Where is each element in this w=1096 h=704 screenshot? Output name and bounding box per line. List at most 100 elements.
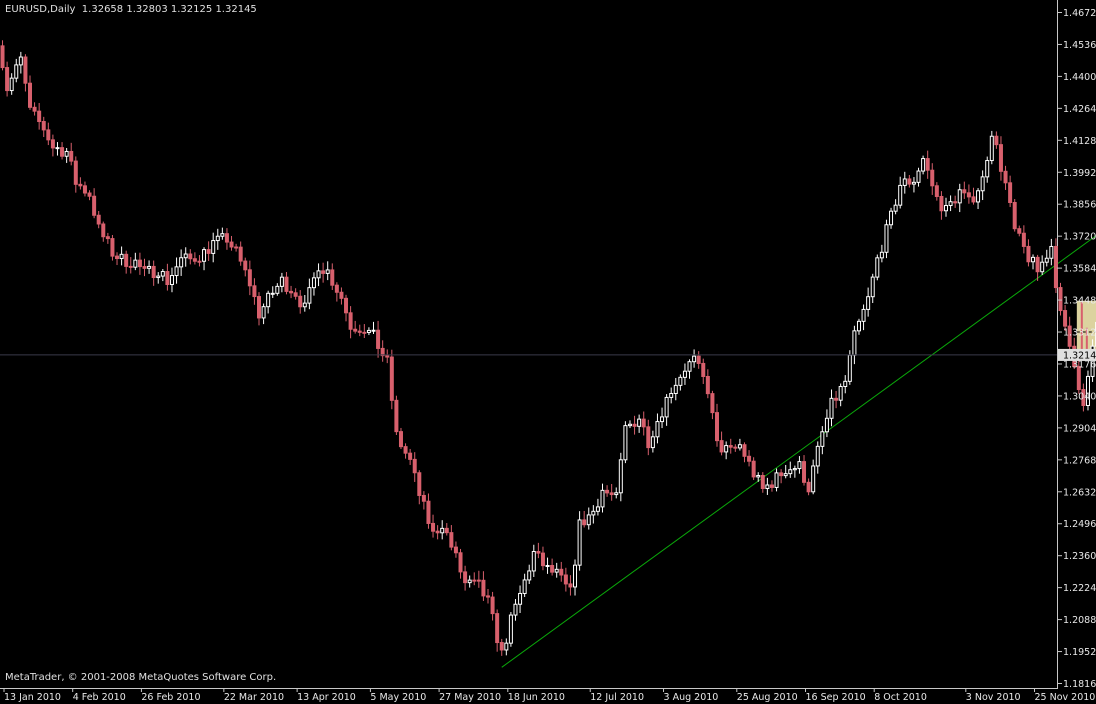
candle-body	[1040, 261, 1045, 273]
candle-body	[692, 355, 697, 363]
candle-body	[92, 195, 97, 216]
candle-body	[453, 546, 458, 554]
candle-body	[1063, 310, 1068, 327]
candle-body	[792, 468, 797, 471]
price-chart[interactable]: 1.46720 1.45360 1.44000 1.42640 1.41280 1.399…	[0, 0, 1096, 704]
candle-body	[174, 266, 179, 277]
candle-body	[105, 236, 110, 240]
candle-body	[829, 397, 834, 419]
time-tick-label: 18 Jun 2010	[508, 692, 565, 703]
candle-body	[133, 259, 138, 268]
candle-body	[980, 176, 985, 192]
candle-body	[911, 181, 916, 185]
candle-body	[953, 201, 958, 204]
candle-body	[463, 571, 468, 584]
time-tick-label: 13 Apr 2010	[297, 692, 356, 703]
chart-background	[0, 0, 1096, 704]
candle-body	[618, 459, 623, 494]
candle-body	[137, 259, 142, 268]
candle-body	[18, 56, 23, 66]
candle-body	[229, 241, 234, 248]
candle-body	[156, 275, 161, 279]
candle-body	[147, 265, 152, 269]
candle-body	[930, 169, 935, 187]
time-tick-label: 12 Jul 2010	[590, 692, 644, 703]
candle-body	[724, 445, 729, 453]
time-tick-label: 8 Oct 2010	[874, 692, 927, 703]
time-tick-label: 3 Aug 2010	[664, 692, 719, 703]
candle-body	[522, 579, 527, 594]
price-tick-label: 1.24960	[1063, 519, 1096, 530]
candle-body	[728, 445, 733, 448]
candle-body	[50, 139, 55, 149]
candle-body	[925, 158, 930, 171]
candle-body	[440, 527, 445, 534]
candle-body	[32, 106, 37, 112]
candle-body	[119, 253, 124, 260]
candle-body	[206, 249, 211, 254]
candle-body	[907, 178, 912, 185]
price-tick-label: 1.46720	[1063, 8, 1096, 19]
candle-body	[998, 144, 1003, 172]
candle-body	[1017, 228, 1022, 234]
candle-body	[385, 355, 390, 358]
candle-body	[957, 189, 962, 204]
candle-body	[797, 461, 802, 470]
candle-body	[55, 147, 60, 150]
candle-body	[673, 384, 678, 394]
price-tick-label: 1.29040	[1063, 423, 1096, 434]
candle-body	[398, 431, 403, 448]
candle-body	[559, 568, 564, 576]
candle-body	[115, 255, 120, 260]
candle-body	[646, 426, 651, 449]
price-tick-label: 1.39920	[1063, 168, 1096, 179]
candle-body	[595, 506, 600, 512]
candle-body	[605, 489, 610, 494]
candle-body	[23, 56, 28, 84]
candle-body	[769, 484, 774, 488]
candle-body	[824, 417, 829, 433]
candle-body	[637, 418, 642, 427]
price-tick-label: 1.27680	[1063, 455, 1096, 466]
candle-body	[573, 564, 578, 588]
candle-body	[307, 287, 312, 304]
candle-body	[412, 458, 417, 474]
candle-body	[449, 532, 454, 548]
candle-body	[540, 552, 545, 567]
candle-body	[238, 246, 243, 262]
candle-body	[760, 475, 765, 489]
candle-body	[856, 320, 861, 332]
candle-body	[568, 583, 573, 588]
candle-body	[224, 233, 229, 243]
candle-body	[715, 412, 719, 442]
candle-body	[861, 308, 866, 322]
candle-body	[614, 492, 619, 496]
candle-body	[37, 110, 42, 123]
candle-body	[151, 265, 156, 279]
candle-body	[591, 510, 596, 516]
candle-body	[641, 418, 646, 428]
candle-body	[366, 329, 371, 333]
candle-body	[124, 253, 129, 267]
candle-body	[1026, 245, 1031, 263]
candle-body	[499, 642, 504, 651]
candle-body	[165, 271, 170, 285]
candle-body	[293, 292, 298, 297]
time-tick-label: 5 May 2010	[370, 692, 426, 703]
candle-body	[774, 472, 779, 488]
candle-body	[504, 642, 509, 651]
candle-body	[73, 160, 78, 185]
chart-header: EURUSD,Daily 1.32658 1.32803 1.32125 1.3…	[5, 4, 257, 15]
candle-body	[527, 570, 532, 581]
candle-body	[976, 190, 981, 203]
candle-body	[5, 67, 10, 92]
candle-body	[902, 178, 907, 186]
candle-body	[334, 284, 339, 293]
candle-body	[96, 214, 101, 225]
candle-body	[490, 596, 495, 615]
price-tick-label: 1.18160	[1063, 679, 1096, 690]
candle-body	[898, 184, 903, 206]
candle-body	[852, 330, 857, 356]
candle-body	[536, 551, 541, 554]
candle-body	[160, 271, 165, 277]
